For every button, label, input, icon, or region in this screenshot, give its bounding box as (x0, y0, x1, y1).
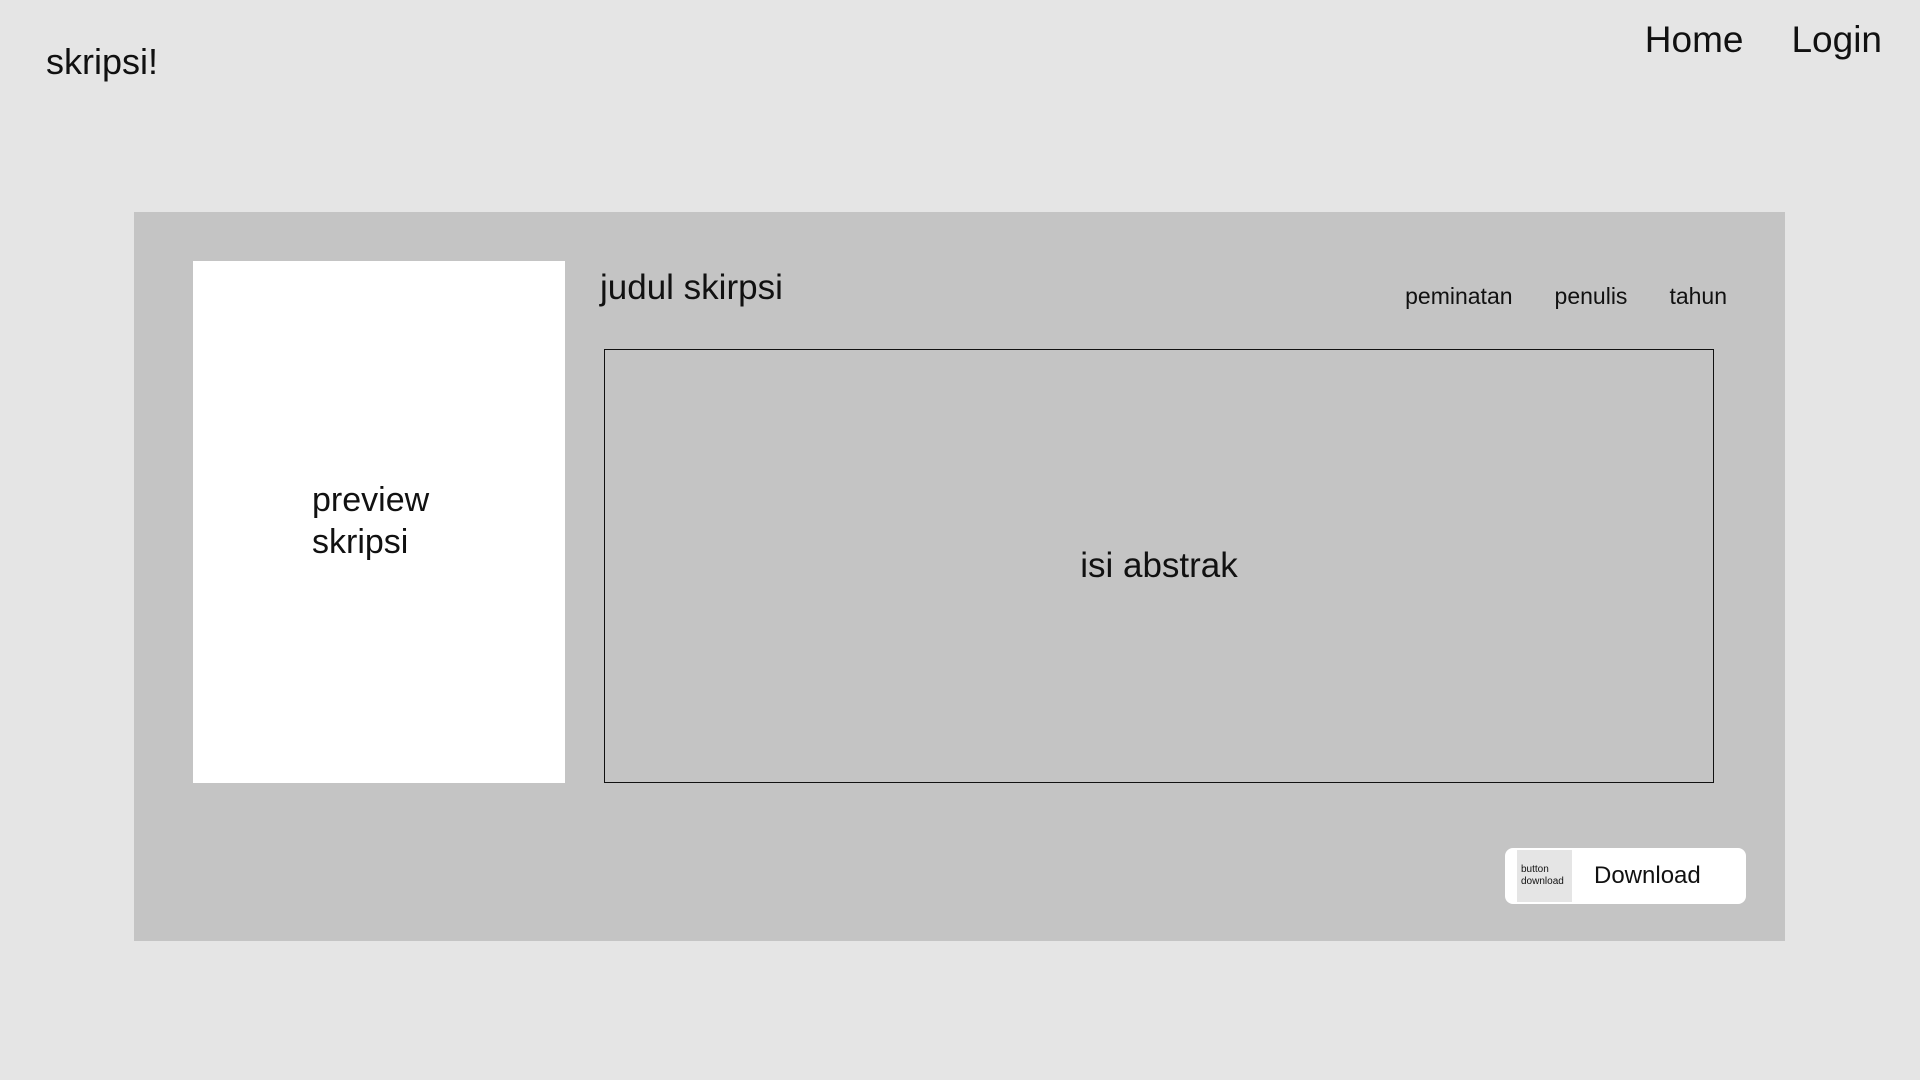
abstract-box: isi abstrak (604, 349, 1714, 783)
abstract-text: isi abstrak (1080, 546, 1238, 585)
thesis-preview[interactable]: preview skripsi (193, 261, 565, 783)
thesis-detail-card: preview skripsi judul skirpsi peminatan … (134, 212, 1785, 941)
download-button[interactable]: button download Download (1505, 848, 1746, 904)
download-icon-line1: button (1521, 864, 1549, 875)
meta-peminatan: peminatan (1405, 283, 1513, 309)
meta-tahun: tahun (1669, 283, 1727, 309)
download-icon-line2: download (1521, 876, 1564, 887)
brand-logo[interactable]: skripsi! (46, 40, 158, 84)
nav-login-link[interactable]: Login (1791, 17, 1882, 63)
download-label: Download (1594, 862, 1701, 889)
thesis-meta: peminatan penulis tahun (1405, 281, 1727, 311)
nav-home-link[interactable]: Home (1645, 17, 1744, 63)
thesis-title: judul skirpsi (600, 268, 783, 307)
preview-label: preview skripsi (312, 481, 430, 561)
meta-penulis: penulis (1554, 283, 1628, 309)
download-icon: button download (1517, 850, 1572, 902)
top-nav: Home Login (1645, 17, 1882, 63)
page: skripsi! Home Login preview skripsi judu… (0, 0, 1920, 1080)
